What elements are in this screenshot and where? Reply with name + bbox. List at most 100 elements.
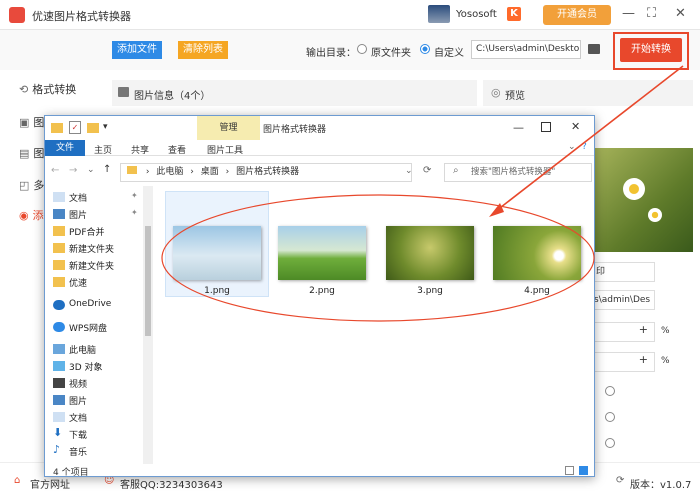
option-radio[interactable] [605, 386, 615, 396]
tab-share[interactable]: 共享 [131, 143, 149, 156]
pin-icon: ✦ [131, 191, 138, 200]
nav-item[interactable]: OneDrive [69, 299, 111, 309]
breadcrumb-desktop[interactable]: 桌面 [201, 167, 219, 177]
cloud-icon [53, 300, 65, 310]
format-select-value: 印 [596, 267, 606, 277]
address-bar[interactable]: › 此电脑 › 桌面 › 图片格式转换器 [120, 163, 412, 182]
file-item[interactable]: 2.png [278, 226, 366, 296]
document-icon [53, 192, 65, 202]
sidebar-item-label: 格式转换 [32, 83, 77, 96]
nav-item[interactable]: 此电脑 [69, 343, 96, 356]
vip-button[interactable]: 开通会员 [543, 5, 611, 25]
tab-file[interactable]: 文件 [45, 140, 85, 156]
breadcrumb-folder[interactable]: 图片格式转换器 [236, 167, 299, 177]
tab-manage[interactable]: 管理 [197, 116, 260, 140]
plus-button[interactable]: + [593, 352, 655, 372]
file-item[interactable]: 3.png [386, 226, 474, 296]
start-convert-button[interactable]: 开始转换 [620, 38, 682, 62]
folder-icon [53, 260, 65, 270]
explorer-minimize-button[interactable]: — [513, 121, 524, 134]
details-view-icon[interactable] [565, 466, 574, 475]
large-icons-view-icon[interactable] [579, 466, 588, 475]
output-path-input[interactable]: C:\Users\admin\Deskto [471, 40, 581, 59]
maximize-button[interactable]: ⛶ [647, 6, 656, 21]
preview-image [593, 148, 693, 252]
music-icon: ♪ [53, 443, 61, 456]
nav-item[interactable]: 3D 对象 [69, 360, 103, 373]
tab-picture-tools[interactable]: 图片工具 [207, 143, 243, 156]
radio-source-folder[interactable] [357, 44, 367, 54]
image-info-header: 图片信息（4个） [112, 80, 477, 106]
navigation-pane: 文档 ✦ 图片 ✦ PDF合并 新建文件夹 新建文件夹 优速 OneDrive … [45, 186, 153, 464]
folder-icon [51, 123, 63, 133]
add-files-button[interactable]: 添加文件 [112, 41, 162, 59]
user-avatar[interactable] [428, 5, 450, 23]
properties-icon[interactable]: ✓ [69, 121, 81, 134]
quick-access-dropdown-icon[interactable]: ▾ [103, 122, 108, 132]
help-icon[interactable]: ? [582, 142, 587, 152]
chevron-down-icon[interactable]: ⌄ [87, 165, 95, 175]
file-explorer-window: ✓ ▾ 管理 图片格式转换器 — ✕ 文件 主页 共享 查看 图片工具 ⌄ ? … [44, 115, 595, 478]
preview-icon: ◎ [491, 86, 501, 99]
nav-item[interactable]: 新建文件夹 [69, 259, 114, 272]
back-arrow-icon[interactable]: ← [51, 165, 59, 176]
username[interactable]: Yososoft [456, 9, 497, 20]
plus-button[interactable]: + [593, 322, 655, 342]
close-button[interactable]: ✕ [675, 6, 686, 21]
up-arrow-icon[interactable]: ↑ [103, 164, 111, 175]
format-select[interactable]: 印 [593, 262, 655, 282]
explorer-title: 图片格式转换器 [263, 125, 327, 135]
tab-home[interactable]: 主页 [94, 143, 112, 156]
refresh-icon: ⟳ [616, 475, 625, 486]
website-link[interactable]: 官方网址 [30, 476, 70, 491]
explorer-maximize-button[interactable] [541, 122, 551, 132]
version-label: 版本：v1.0.7 [630, 480, 692, 491]
refresh-icon[interactable]: ⟳ [423, 165, 431, 176]
nav-item[interactable]: 优速 [69, 276, 87, 289]
file-thumbnail [173, 226, 261, 280]
minimize-button[interactable]: — [622, 6, 635, 21]
image-info-title: 图片信息（4个） [134, 91, 211, 102]
refresh-icon: ⟲ [19, 83, 29, 96]
clear-list-button[interactable]: 清除列表 [178, 41, 228, 59]
forward-arrow-icon[interactable]: → [69, 165, 77, 176]
pin-icon: ✦ [131, 208, 138, 217]
nav-item[interactable]: 文档 [69, 191, 87, 204]
preview-header: ◎ 预览 [483, 80, 693, 106]
nav-item[interactable]: 新建文件夹 [69, 242, 114, 255]
new-folder-icon[interactable] [87, 123, 99, 133]
folder-icon[interactable] [588, 44, 600, 54]
nav-item[interactable]: WPS网盘 [69, 321, 107, 334]
chevron-down-icon[interactable]: ⌄ [405, 166, 413, 176]
edit-icon: ▤ [19, 147, 30, 160]
file-item[interactable]: 1.png [173, 226, 261, 296]
nav-item[interactable]: 音乐 [69, 445, 87, 458]
breadcrumb-this-pc[interactable]: 此电脑 [156, 167, 183, 177]
path-field[interactable]: s\admin\Des [593, 290, 655, 310]
file-item[interactable]: 4.png [493, 226, 581, 296]
percent-label: % [661, 326, 670, 336]
nav-item[interactable]: PDF合并 [69, 225, 105, 238]
nav-item[interactable]: 文档 [69, 411, 87, 424]
explorer-close-button[interactable]: ✕ [571, 120, 580, 133]
tab-view[interactable]: 查看 [168, 143, 186, 156]
file-name: 1.png [204, 286, 230, 296]
radio-custom-folder[interactable] [420, 44, 430, 54]
compress-icon: ▣ [19, 116, 30, 129]
sidebar-item-format[interactable]: ⟲ 格式转换 [19, 81, 76, 97]
nav-item[interactable]: 图片 [69, 394, 87, 407]
home-icon: ⌂ [14, 475, 21, 486]
nav-item[interactable]: 图片 [69, 208, 87, 221]
cloud-icon [53, 322, 65, 332]
nav-scrollbar-thumb[interactable] [145, 226, 151, 336]
search-input[interactable]: 搜索"图片格式转换器" [444, 163, 592, 182]
option-radio[interactable] [605, 412, 615, 422]
option-radio[interactable] [605, 438, 615, 448]
explorer-statusbar: 4 个项目 [45, 464, 594, 478]
folder-icon [53, 226, 65, 236]
nav-item[interactable]: 下载 [69, 428, 87, 441]
nav-item[interactable]: 视频 [69, 377, 87, 390]
chevron-down-icon[interactable]: ⌄ [568, 142, 576, 152]
explorer-ribbon [45, 140, 594, 156]
output-dir-label: 输出目录： [306, 48, 356, 59]
